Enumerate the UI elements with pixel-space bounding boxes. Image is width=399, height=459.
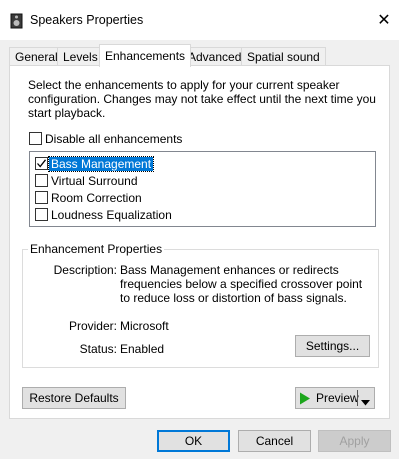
play-icon xyxy=(299,392,311,408)
restore-defaults-button[interactable]: Restore Defaults xyxy=(22,387,126,409)
list-item-room-correction[interactable]: Room Correction xyxy=(30,189,360,206)
enhancements-list[interactable]: Bass Management Virtual Surround Room Co… xyxy=(29,151,376,227)
list-item-loudness-equalization[interactable]: Loudness Equalization xyxy=(30,206,360,223)
window-title: Speakers Properties xyxy=(30,13,144,27)
bass-management-checkbox[interactable] xyxy=(35,157,48,170)
preview-button[interactable]: Preview xyxy=(295,387,375,409)
cancel-button[interactable]: Cancel xyxy=(238,430,311,452)
settings-button[interactable]: Settings... xyxy=(295,335,370,357)
preview-separator xyxy=(357,390,358,406)
checkmark-icon xyxy=(37,159,47,168)
tab-enhancements[interactable]: Enhancements xyxy=(99,44,192,67)
instructions-text: Select the enhancements to apply for you… xyxy=(28,78,376,120)
virtual-surround-checkbox[interactable] xyxy=(35,174,48,187)
tab-general[interactable]: General xyxy=(9,47,64,66)
description-value: Bass Management enhances or redirects fr… xyxy=(120,263,363,305)
room-correction-checkbox[interactable] xyxy=(35,191,48,204)
speaker-icon xyxy=(10,13,24,29)
tab-spatial-sound[interactable]: Spatial sound xyxy=(241,47,326,66)
close-icon[interactable]: ✕ xyxy=(372,10,396,32)
loudness-equalization-label[interactable]: Loudness Equalization xyxy=(51,208,172,222)
status-value: Enabled xyxy=(120,342,165,356)
ok-button[interactable]: OK xyxy=(157,430,230,452)
preview-label: Preview xyxy=(316,391,359,405)
loudness-equalization-checkbox[interactable] xyxy=(35,208,48,221)
description-label: Description: xyxy=(53,263,117,277)
chevron-down-icon[interactable] xyxy=(361,395,370,409)
list-item-virtual-surround[interactable]: Virtual Surround xyxy=(30,172,360,189)
tab-advanced[interactable]: Advanced xyxy=(182,47,248,66)
bass-management-label[interactable]: Bass Management xyxy=(47,156,155,172)
virtual-surround-label[interactable]: Virtual Surround xyxy=(51,174,138,188)
tab-levels[interactable]: Levels xyxy=(57,47,104,66)
provider-value: Microsoft xyxy=(120,319,169,333)
disable-all-label[interactable]: Disable all enhancements xyxy=(45,132,182,146)
provider-label: Provider: xyxy=(68,319,117,333)
status-label: Status: xyxy=(79,342,117,356)
room-correction-label[interactable]: Room Correction xyxy=(51,191,142,205)
apply-button[interactable]: Apply xyxy=(318,430,391,452)
disable-all-checkbox[interactable] xyxy=(29,132,42,145)
properties-legend: Enhancement Properties xyxy=(28,242,165,256)
list-item-bass-management[interactable]: Bass Management xyxy=(30,155,360,172)
